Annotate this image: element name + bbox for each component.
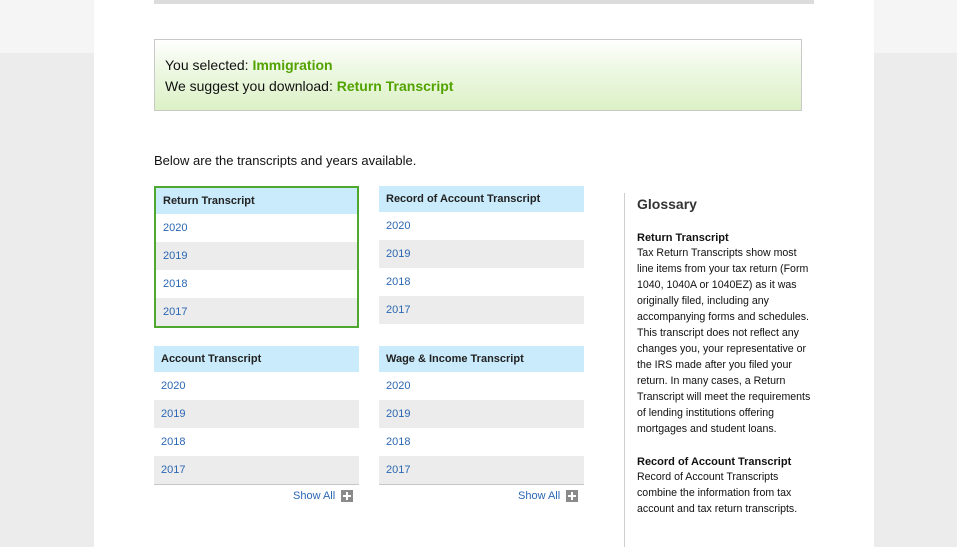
top-divider: [154, 0, 814, 4]
selected-line: You selected: Immigration: [165, 57, 333, 73]
suggest-line: We suggest you download: Return Transcri…: [165, 78, 453, 94]
return-transcript-header: Return Transcript: [156, 188, 357, 214]
account-transcript-year-link[interactable]: 2019: [154, 400, 359, 428]
suggest-label: We suggest you download:: [165, 78, 333, 94]
glossary-definition: Tax Return Transcripts show most line it…: [637, 247, 811, 435]
return-transcript-box: Return Transcript 2020 2019 2018 2017: [154, 186, 359, 328]
account-transcript-header: Account Transcript: [154, 346, 359, 372]
show-all-label: Show All: [293, 490, 336, 502]
intro-text: Below are the transcripts and years avai…: [154, 153, 417, 168]
selected-value: Immigration: [252, 57, 333, 73]
wage-income-transcript-header: Wage & Income Transcript: [379, 346, 584, 372]
plus-icon: [566, 490, 579, 502]
record-of-account-year-link[interactable]: 2017: [379, 296, 584, 324]
record-of-account-transcript-box: Record of Account Transcript 2020 2019 2…: [379, 186, 584, 324]
wage-income-year-link[interactable]: 2020: [379, 372, 584, 400]
show-all-label: Show All: [518, 490, 561, 502]
wage-income-show-all-link[interactable]: Show All: [518, 490, 579, 502]
record-of-account-year-link[interactable]: 2018: [379, 268, 584, 296]
wage-income-transcript-box: Wage & Income Transcript 2020 2019 2018 …: [379, 346, 584, 485]
account-transcript-year-link[interactable]: 2017: [154, 456, 359, 484]
record-of-account-year-link[interactable]: 2020: [379, 212, 584, 240]
wage-income-year-link[interactable]: 2018: [379, 428, 584, 456]
wage-income-transcript-divider: [379, 484, 584, 485]
glossary-definition: Record of Account Transcripts combine th…: [637, 471, 798, 515]
wage-income-year-link[interactable]: 2017: [379, 456, 584, 484]
account-transcript-divider: [154, 484, 359, 485]
glossary-term: Record of Account Transcript: [637, 456, 792, 468]
selected-label: You selected:: [165, 57, 249, 73]
suggest-value: Return Transcript: [336, 78, 454, 94]
account-transcript-year-link[interactable]: 2020: [154, 372, 359, 400]
glossary-title: Glossary: [637, 196, 697, 212]
glossary-panel: Glossary Return Transcript Tax Return Tr…: [624, 193, 814, 547]
return-transcript-year-link[interactable]: 2019: [156, 242, 357, 270]
main-content: You selected: Immigration We suggest you…: [94, 0, 874, 547]
return-transcript-year-link[interactable]: 2017: [156, 298, 357, 326]
record-of-account-year-link[interactable]: 2019: [379, 240, 584, 268]
return-transcript-year-link[interactable]: 2020: [156, 214, 357, 242]
wage-income-year-link[interactable]: 2019: [379, 400, 584, 428]
glossary-term: Return Transcript: [637, 232, 729, 244]
return-transcript-year-link[interactable]: 2018: [156, 270, 357, 298]
plus-icon: [341, 490, 354, 502]
suggestion-box: You selected: Immigration We suggest you…: [154, 39, 802, 111]
account-transcript-box: Account Transcript 2020 2019 2018 2017: [154, 346, 359, 485]
account-transcript-year-link[interactable]: 2018: [154, 428, 359, 456]
record-of-account-transcript-header: Record of Account Transcript: [379, 186, 584, 212]
account-show-all-link[interactable]: Show All: [293, 490, 354, 502]
